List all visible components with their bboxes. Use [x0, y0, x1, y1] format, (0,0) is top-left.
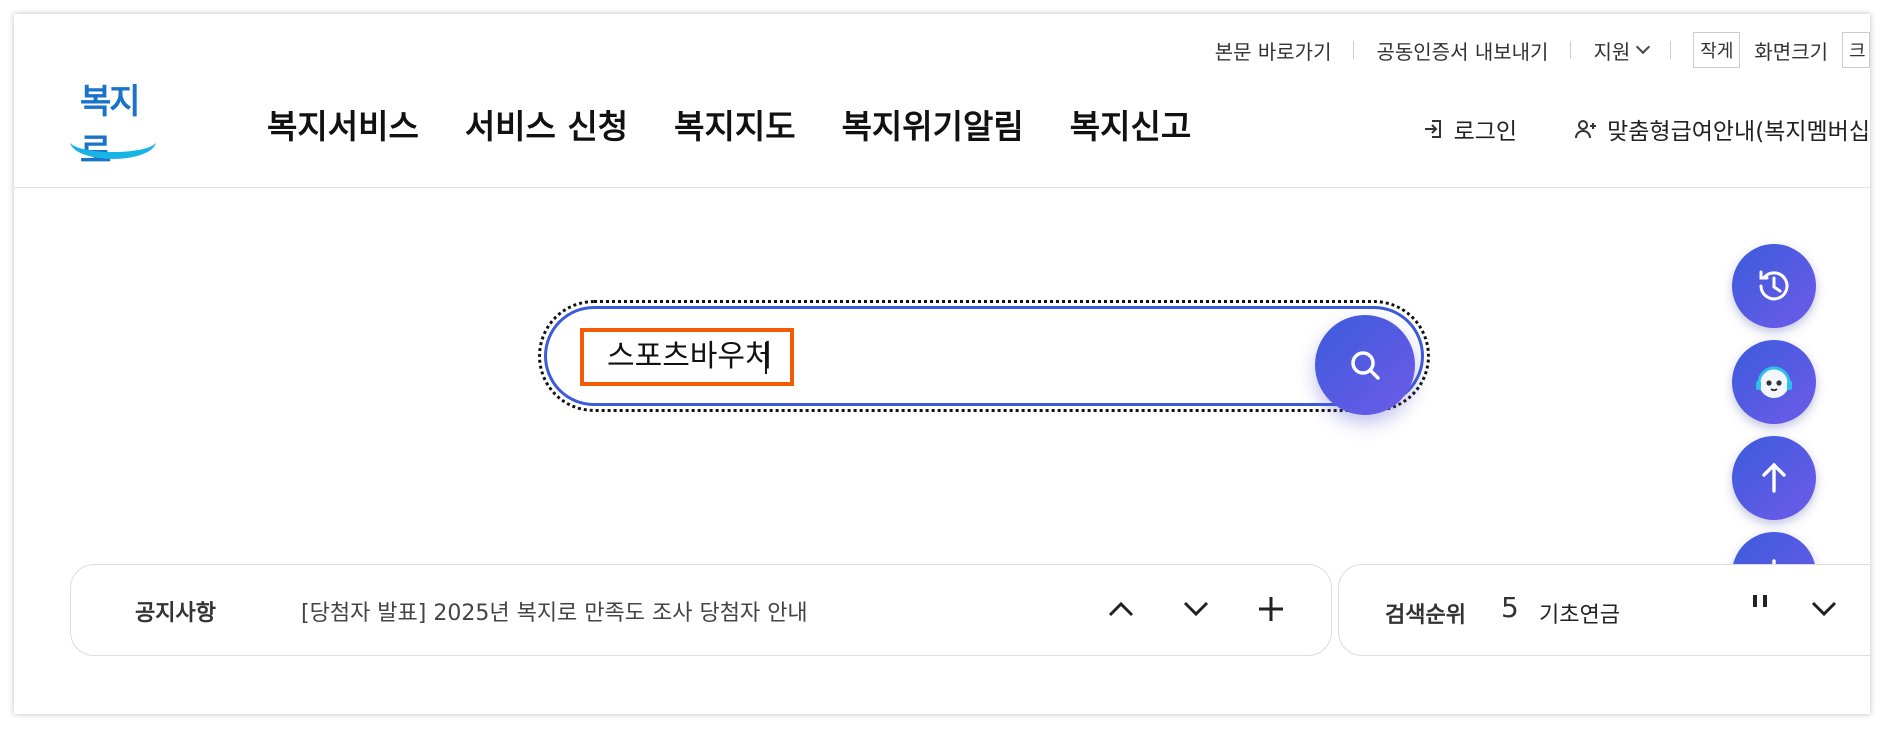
login-label: 로그인 [1453, 119, 1518, 145]
history-icon [1759, 270, 1789, 301]
scroll-up-button[interactable] [1732, 436, 1816, 520]
main-nav: 복지서비스 서비스 신청 복지지도 복지위기알림 복지신고 [267, 100, 1191, 148]
chevron-down-icon [1636, 39, 1651, 55]
header-divider [14, 187, 1870, 188]
chatbot-icon [1756, 366, 1792, 398]
rank-label: 검색순위 [1385, 603, 1466, 628]
font-larger-button[interactable]: 크 [1842, 32, 1870, 68]
font-smaller-button[interactable]: 작게 [1693, 32, 1741, 68]
chevron-down-icon [1811, 601, 1837, 617]
utility-bar: 본문 바로가기 공동인증서 내보내기 지원 작게 화면크기 크 [1215, 32, 1870, 68]
divider [1670, 41, 1672, 59]
user-add-icon [1575, 120, 1597, 139]
search-icon [1351, 351, 1380, 380]
custom-benefit-label: 맞춤형급여안내(복지멤버십 [1607, 119, 1870, 145]
chevron-down-icon [1183, 601, 1209, 617]
history-button[interactable] [1732, 244, 1816, 328]
header-actions: 로그인 맞춤형급여안내(복지멤버십 [1366, 112, 1870, 146]
support-menu[interactable]: 지원 [1593, 36, 1651, 65]
divider [1353, 41, 1355, 59]
nav-item-welfare-service[interactable]: 복지서비스 [267, 100, 419, 148]
support-label: 지원 [1593, 39, 1631, 64]
nav-item-service-apply[interactable]: 서비스 신청 [465, 100, 628, 148]
notice-label: 공지사항 [135, 601, 216, 626]
search-box [538, 300, 1430, 415]
logo-smile-mark [70, 124, 156, 159]
text-caret [765, 342, 767, 374]
font-size-label: 화면크기 [1754, 39, 1828, 64]
plus-icon [1259, 597, 1283, 621]
divider [1570, 41, 1572, 59]
skip-to-content-link[interactable]: 본문 바로가기 [1215, 36, 1332, 65]
page-frame: 본문 바로가기 공동인증서 내보내기 지원 작게 화면크기 크 복지로 복지서비… [14, 14, 1870, 714]
rank-number: 5 [1501, 591, 1519, 624]
search-rank-card: 검색순위 5 기초연금 [1338, 564, 1870, 656]
login-button[interactable]: 로그인 [1422, 112, 1517, 146]
custom-benefit-button[interactable]: 맞춤형급여안내(복지멤버십 [1573, 112, 1870, 146]
nav-item-welfare-report[interactable]: 복지신고 [1070, 100, 1191, 148]
site-logo[interactable]: 복지로 [66, 64, 166, 171]
notice-more-button[interactable] [1249, 587, 1293, 631]
arrow-up-icon [1762, 462, 1786, 493]
search-field-frame [544, 306, 1424, 415]
export-cert-link[interactable]: 공동인증서 내보내기 [1376, 36, 1548, 65]
rank-expand-button[interactable] [1811, 601, 1837, 621]
notice-text[interactable]: [당첨자 발표] 2025년 복지로 만족도 조사 당첨자 안내 [301, 595, 808, 627]
chevron-up-icon [1108, 601, 1134, 617]
chatbot-button[interactable] [1732, 340, 1816, 424]
pause-icon [1753, 595, 1767, 607]
nav-item-welfare-map[interactable]: 복지지도 [674, 100, 795, 148]
rank-keyword[interactable]: 기초연금 [1539, 597, 1620, 629]
notice-next-button[interactable] [1174, 587, 1218, 631]
rank-pause-button[interactable] [1751, 591, 1771, 631]
nav-item-crisis-alert[interactable]: 복지위기알림 [842, 100, 1024, 148]
search-input[interactable] [607, 333, 1057, 373]
search-button[interactable] [1315, 315, 1415, 415]
notice-card: 공지사항 [당첨자 발표] 2025년 복지로 만족도 조사 당첨자 안내 [70, 564, 1332, 656]
login-icon [1424, 120, 1441, 138]
notice-prev-button[interactable] [1099, 587, 1143, 631]
